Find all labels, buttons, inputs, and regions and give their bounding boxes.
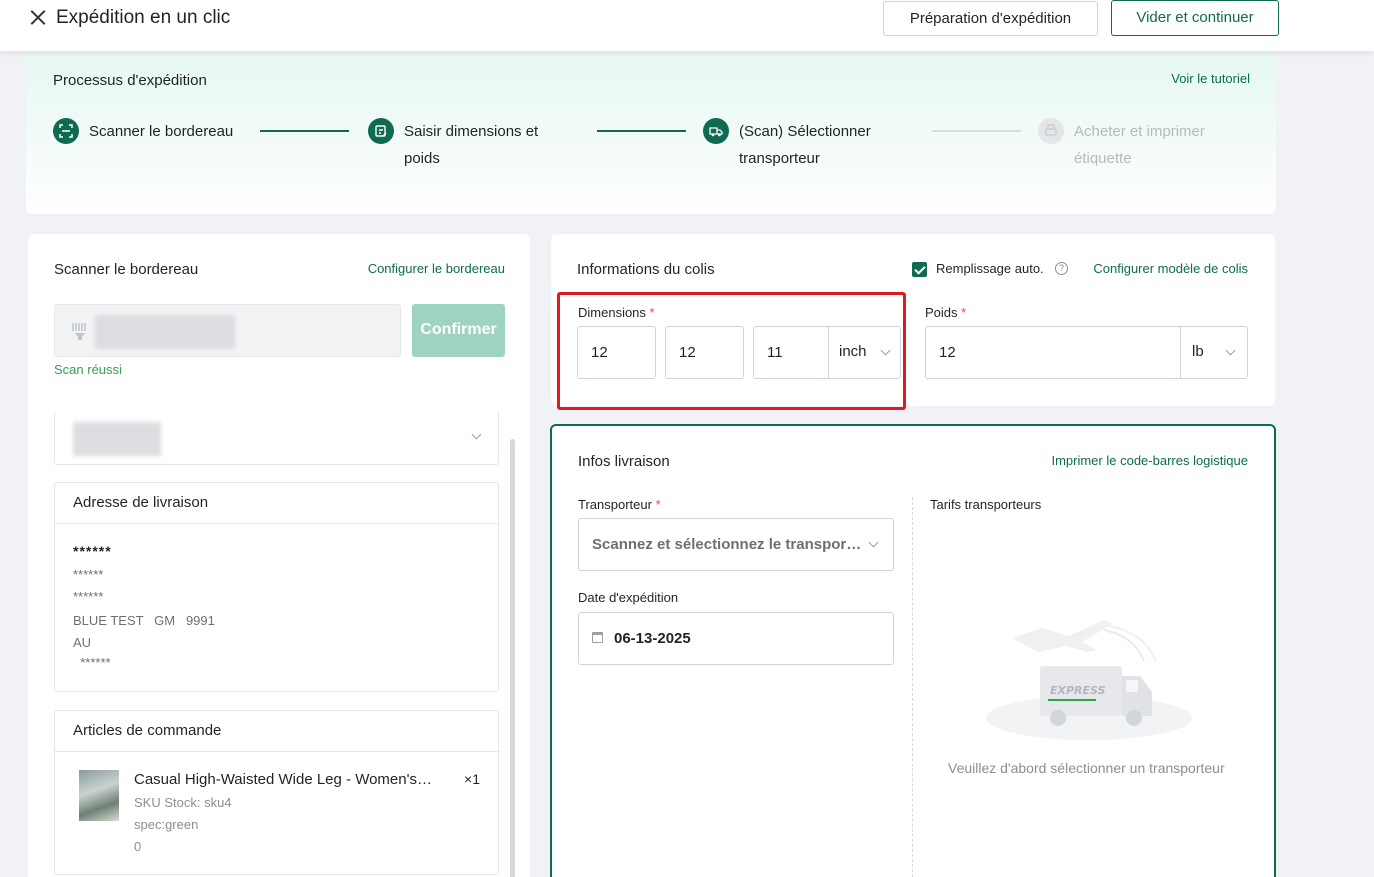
chevron-down-icon <box>868 537 879 548</box>
highlight-annotation-box <box>557 292 906 410</box>
printer-icon <box>1038 118 1064 144</box>
scan-slip-card: Scanner le bordereau Configurer le borde… <box>28 234 530 877</box>
edit-form-icon <box>368 118 394 144</box>
step-label: Acheter et imprimer étiquette <box>1074 123 1205 167</box>
product-thumbnail <box>79 770 119 821</box>
ship-date-input[interactable]: 06-13-2025 <box>578 612 894 665</box>
step-connector <box>932 130 1021 132</box>
configure-package-model-link[interactable]: Configurer modèle de colis <box>1093 261 1248 276</box>
carrier-rates-label: Tarifs transporteurs <box>930 497 1042 512</box>
carrier-select[interactable]: Scannez et sélectionnez le transporteur <box>578 518 894 571</box>
redacted-order-value <box>73 422 161 456</box>
shipping-section-title: Infos livraison <box>578 453 670 470</box>
tutorial-link[interactable]: Voir le tutoriel <box>1171 71 1250 86</box>
scan-status: Scan réussi <box>54 362 122 377</box>
help-icon[interactable]: ? <box>1055 262 1068 275</box>
address-line: ****** <box>73 543 112 559</box>
scan-section-title: Scanner le bordereau <box>54 261 199 278</box>
express-label: EXPRESS <box>1050 684 1106 697</box>
weight-unit: lb <box>1192 343 1204 360</box>
address-line: ****** <box>73 567 104 582</box>
empty-carrier-message: Veuillez d'abord sélectionner un transpo… <box>948 760 1225 776</box>
weight-label: Poids * <box>925 305 967 320</box>
step-buy-print-label: Acheter et imprimer étiquette <box>1038 118 1234 172</box>
print-logistics-barcode-link[interactable]: Imprimer le code-barres logistique <box>1051 453 1248 468</box>
process-title: Processus d'expédition <box>53 72 207 89</box>
shipping-info-card: Infos livraison Imprimer le code-barres … <box>550 424 1276 877</box>
address-line: AU <box>73 635 92 650</box>
step-scan-slip: Scanner le bordereau <box>53 118 259 145</box>
scrollbar[interactable] <box>510 439 515 877</box>
product-spec: spec:green <box>134 817 199 832</box>
step-select-carrier: (Scan) Sélectionner transporteur <box>703 118 899 172</box>
scan-input[interactable] <box>54 304 401 357</box>
auto-fill-checkbox[interactable] <box>912 262 927 277</box>
auto-fill-label: Remplissage auto. <box>936 261 1044 276</box>
address-line: ****** <box>73 589 104 604</box>
package-section-title: Informations du colis <box>577 261 715 278</box>
weight-unit-select[interactable]: lb <box>1180 327 1247 378</box>
product-extra: 0 <box>134 839 142 854</box>
barcode-scanner-icon <box>72 323 86 340</box>
carrier-label: Transporteur * <box>578 497 661 512</box>
step-connector <box>597 130 686 132</box>
confirm-button[interactable]: Confirmer <box>412 304 505 357</box>
step-dimensions-weight: Saisir dimensions et poids <box>368 118 564 172</box>
truck-icon <box>703 118 729 144</box>
chevron-down-icon <box>1225 345 1236 356</box>
shipping-preparation-button[interactable]: Préparation d'expédition <box>883 1 1098 36</box>
delivery-address-title: Adresse de livraison <box>55 483 498 524</box>
product-sku: SKU Stock: sku4 <box>134 795 232 810</box>
chevron-down-icon <box>471 429 482 440</box>
close-icon[interactable] <box>28 8 48 28</box>
calendar-icon <box>592 632 603 643</box>
step-connector <box>260 130 349 132</box>
scan-icon <box>53 118 79 144</box>
shipping-process-card: Processus d'expédition Voir le tutoriel … <box>26 54 1276 214</box>
express-truck-illustration: EXPRESS <box>986 620 1192 740</box>
page-title: Expédition en un clic <box>56 7 231 28</box>
order-select[interactable] <box>54 412 499 465</box>
delivery-address-box: Adresse de livraison ****** ****** *****… <box>54 482 499 692</box>
step-label: Scanner le bordereau <box>89 123 234 140</box>
address-line: ****** <box>73 655 111 670</box>
ship-date-label: Date d'expédition <box>578 590 679 605</box>
redacted-scan-value <box>95 315 235 349</box>
column-divider <box>912 497 913 877</box>
top-bar: Expédition en un clic Préparation d'expé… <box>0 0 1374 51</box>
order-items-title: Articles de commande <box>55 711 498 752</box>
product-quantity: ×1 <box>464 771 480 787</box>
order-items-box: Articles de commande Casual High-Waisted… <box>54 710 499 875</box>
step-label: Saisir dimensions et poids <box>404 123 539 167</box>
product-name: Casual High-Waisted Wide Leg - Women's F… <box>134 771 434 788</box>
step-label: (Scan) Sélectionner transporteur <box>739 123 871 167</box>
configure-slip-link[interactable]: Configurer le bordereau <box>368 261 505 276</box>
address-line: BLUE TEST GM 9991 <box>73 613 215 628</box>
clear-and-continue-button[interactable]: Vider et continuer <box>1111 0 1279 36</box>
